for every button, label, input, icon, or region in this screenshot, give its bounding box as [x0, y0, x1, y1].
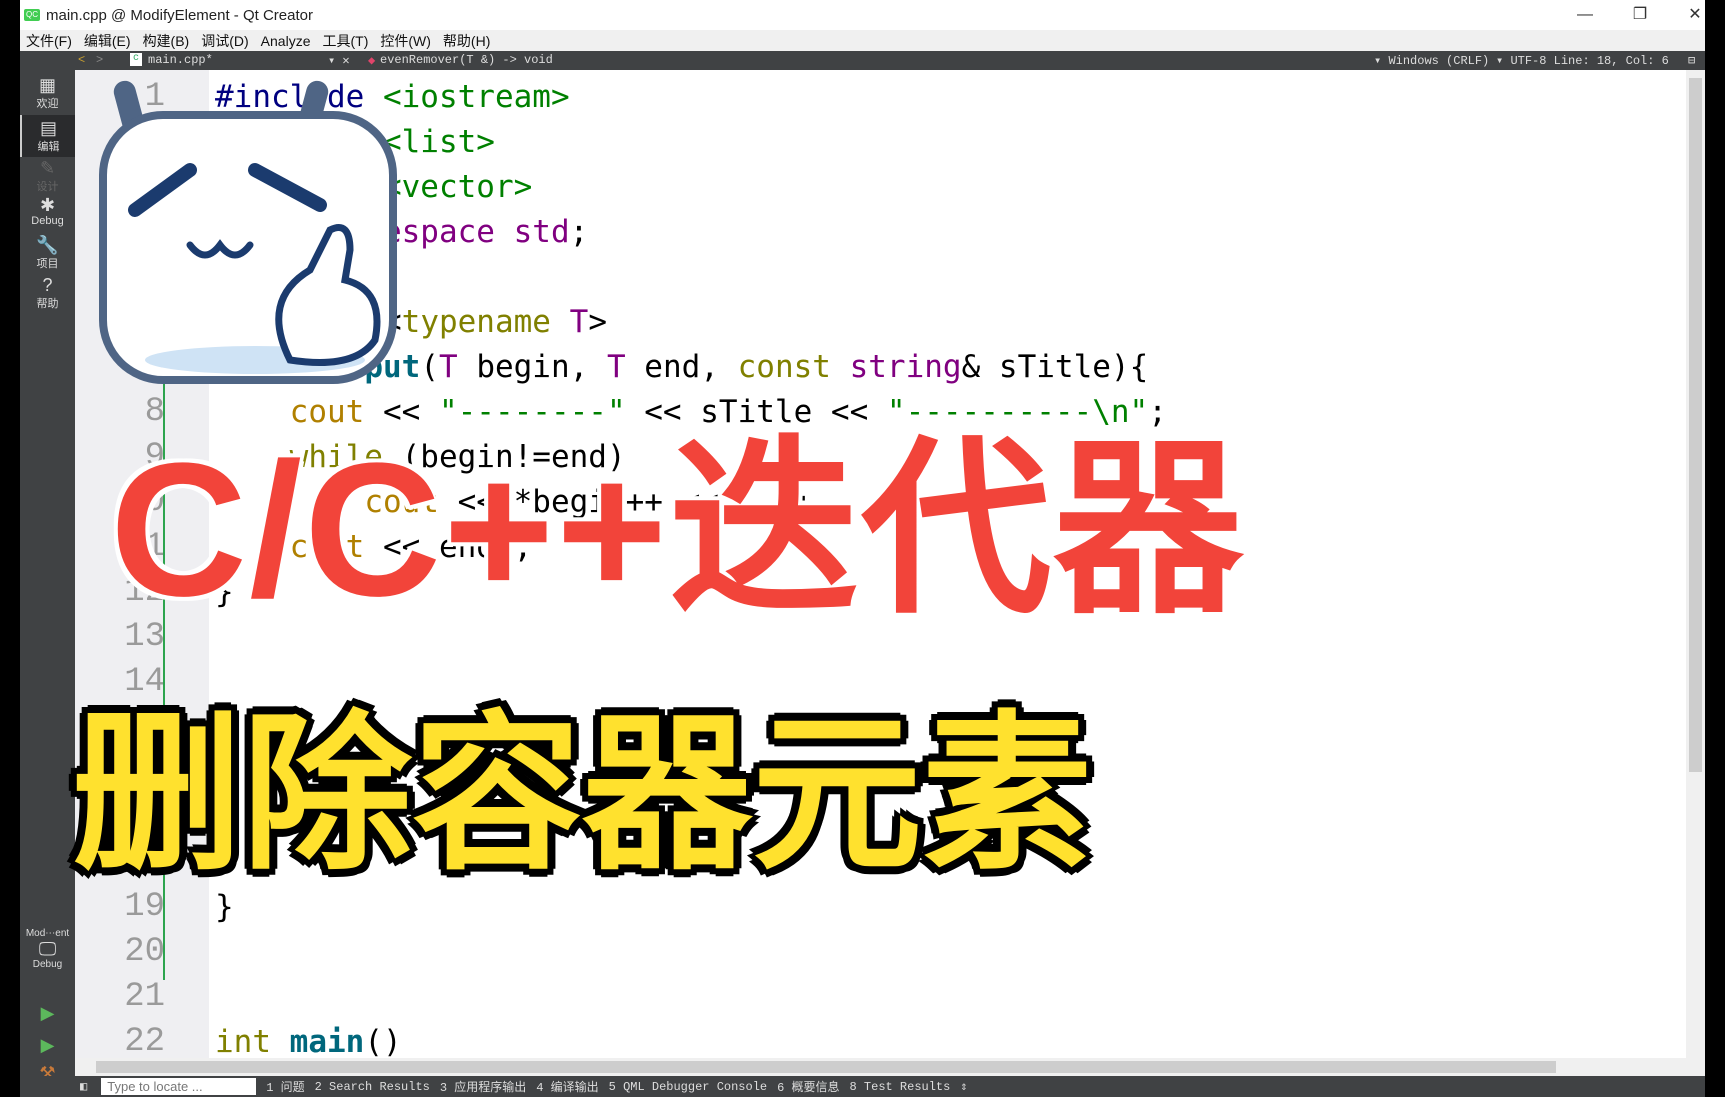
horizontal-scroll-thumb[interactable]	[96, 1061, 1556, 1073]
mode-help[interactable]: ? 帮助	[20, 272, 75, 314]
mode-label: 项目	[36, 258, 59, 270]
menu-bar: 文件(F) 编辑(E) 构建(B) 调试(D) Analyze 工具(T) 控件(W) 帮助(…	[20, 30, 1705, 51]
restore-button[interactable]: ❐	[1620, 3, 1660, 27]
cursor-status: UTF-8 Line: 18, Col: 6	[1510, 54, 1669, 68]
output-pane-bar: ◧ Type to locate ... 1 问题 2 Search Result…	[20, 1076, 1705, 1097]
symbol-icon: ◆	[368, 54, 376, 68]
mode-label: 编辑	[37, 141, 60, 153]
line-ending-dropdown[interactable]: ▾ Windows (CRLF)	[1374, 53, 1489, 68]
code-token: int	[215, 1024, 290, 1060]
mode-wrench[interactable]: 🔧 项目	[20, 232, 75, 274]
menu-item[interactable]: 工具(T)	[316, 31, 374, 51]
output-pane-tab[interactable]: 1 问题	[266, 1078, 304, 1095]
window-title: main.cpp @ ModifyElement - Qt Creator	[46, 6, 313, 24]
output-pane-tab[interactable]: 5 QML Debugger Console	[609, 1080, 767, 1094]
output-pane-tab[interactable]: 4 编译输出	[536, 1078, 598, 1095]
output-pane-tab[interactable]: 8 Test Results	[850, 1080, 951, 1094]
code-token: typename	[401, 304, 570, 340]
code-token: T	[606, 349, 626, 385]
encoding-dropdown[interactable]: ▾ UTF-8 Line: 18, Col: 6	[1496, 53, 1669, 68]
thumbnail-title: C/C++迭代器	[110, 424, 1246, 636]
play-icon: ▶	[40, 1003, 55, 1023]
code-token: (	[420, 349, 439, 385]
menu-item[interactable]: 文件(F)	[20, 31, 78, 51]
code-token: end,	[625, 349, 738, 385]
vertical-scroll-thumb[interactable]	[1689, 78, 1702, 772]
pencil-icon: ✎	[39, 158, 56, 178]
close-file-button[interactable]: ▾ ✕	[328, 53, 350, 68]
minimize-button[interactable]: —	[1565, 3, 1605, 27]
line-number: 21	[124, 978, 165, 1016]
line-number: 20	[124, 933, 165, 971]
editor-toolbar: < > c main.cpp* ▾ ✕ ◆ evenRemover(T &) -…	[20, 51, 1705, 70]
help-icon: ?	[42, 275, 53, 295]
thumbnail-subtitle: 删除容器元素	[72, 700, 1093, 890]
menu-item[interactable]: 调试(D)	[195, 31, 254, 51]
output-pane-tab[interactable]: 2 Search Results	[315, 1080, 430, 1094]
code-token: T	[569, 304, 589, 340]
menu-item[interactable]: 编辑(E)	[78, 31, 137, 51]
mode-bug[interactable]: ✱ Debug	[20, 192, 75, 234]
debug-run-button[interactable]: ▶	[20, 1035, 75, 1055]
menu-item[interactable]: 控件(W)	[374, 31, 437, 51]
mode-label: 帮助	[36, 298, 59, 310]
debug-play-icon: ▶	[40, 1035, 55, 1055]
mode-label: 欢迎	[36, 98, 59, 110]
code-token: T	[438, 349, 458, 385]
mode-edit[interactable]: ▤ 编辑	[20, 115, 75, 157]
more-panes-icon[interactable]: ⇕	[960, 1079, 967, 1094]
mode-sidebar: ▦ 欢迎 ▤ 编辑 ✎ 设计 ✱ Debug 🔧 项目? 帮助 Mod⋯ent 🖵 Debug ▶ ▶ ⚒	[20, 70, 75, 1083]
open-file-dropdown[interactable]: main.cpp*	[148, 53, 213, 67]
split-icon[interactable]: ⊟	[1688, 53, 1695, 68]
monitor-icon: 🖵	[38, 939, 57, 959]
kit-mode: Debug	[32, 959, 63, 970]
wrench-icon: 🔧	[36, 235, 59, 255]
qt-creator-logo-icon: QC	[24, 9, 40, 21]
kit-selector[interactable]: Mod⋯ent 🖵 Debug	[20, 928, 75, 970]
locator-input[interactable]: Type to locate ...	[101, 1078, 257, 1095]
menu-item[interactable]: 构建(B)	[137, 31, 196, 51]
forward-arrow-icon[interactable]: >	[96, 53, 103, 67]
grid-icon: ▦	[38, 75, 56, 95]
menu-item[interactable]: 帮助(H)	[437, 31, 496, 51]
line-ending: Windows (CRLF)	[1388, 54, 1490, 68]
menu-item[interactable]: Analyze	[255, 33, 317, 49]
code-token: begin,	[457, 349, 607, 385]
code-token: >	[588, 304, 607, 340]
mode-grid[interactable]: ▦ 欢迎	[20, 72, 75, 114]
code-token: string	[849, 349, 962, 385]
code-token: & sTitle){	[961, 349, 1149, 385]
edit-icon: ▤	[39, 118, 57, 138]
back-arrow-icon[interactable]: <	[78, 53, 85, 67]
output-pane-tab[interactable]: 3 应用程序输出	[440, 1078, 526, 1095]
title-bar: QC main.cpp @ ModifyElement - Qt Creator…	[20, 0, 1705, 30]
cpp-file-icon: c	[130, 53, 142, 66]
code-token: ;	[569, 214, 607, 250]
symbol-dropdown[interactable]: evenRemover(T &) -> void	[380, 53, 553, 67]
toggle-sidebar-icon[interactable]: ◧	[80, 1079, 87, 1094]
run-button[interactable]: ▶	[20, 1003, 75, 1023]
mode-pencil[interactable]: ✎ 设计	[20, 155, 75, 197]
close-button[interactable]: ✕	[1675, 3, 1715, 27]
kit-name: Mod⋯ent	[25, 928, 70, 939]
code-token: const	[737, 349, 850, 385]
bug-icon: ✱	[39, 195, 56, 215]
mode-label: Debug	[31, 215, 64, 227]
mascot-image	[99, 80, 397, 384]
code-token: main	[289, 1024, 365, 1060]
output-pane-tab[interactable]: 6 概要信息	[777, 1078, 839, 1095]
code-token: ()	[364, 1024, 402, 1060]
